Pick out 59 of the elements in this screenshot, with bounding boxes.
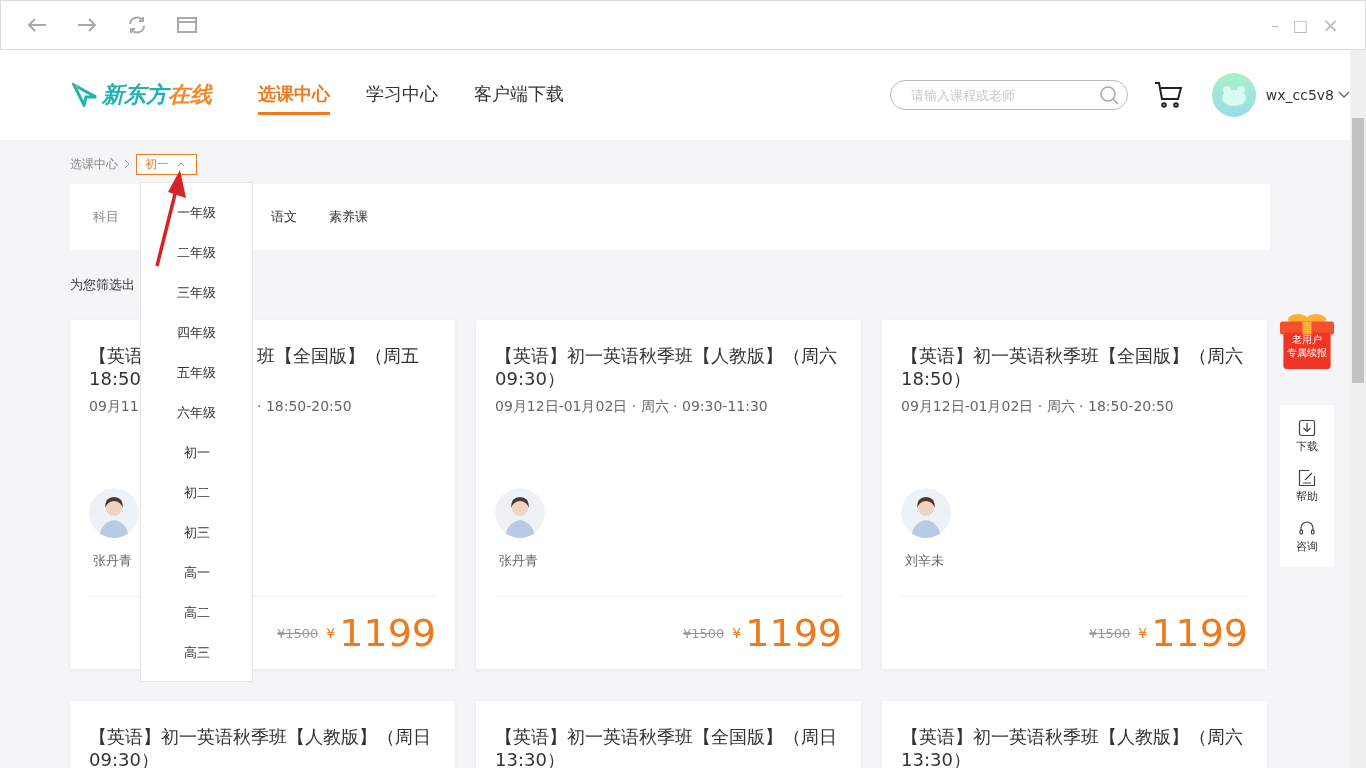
download-icon [1298, 418, 1316, 437]
teacher-name: 张丹青 [499, 552, 538, 570]
original-price: ¥1500 [277, 625, 319, 641]
course-schedule: · 18:50-20:50 [257, 398, 352, 416]
user-avatar[interactable] [1211, 73, 1256, 117]
logo-icon[interactable] [72, 83, 98, 107]
side-tool-button[interactable]: 咨询 [1296, 518, 1318, 554]
nav-tab[interactable]: 客户端下载 [474, 75, 564, 115]
result-text: 为您筛选出 [70, 276, 135, 294]
course-price: 1199 [1151, 611, 1248, 655]
promo-text: 老用户 专属续报 [1286, 333, 1328, 359]
window-icon[interactable] [177, 17, 197, 33]
refresh-icon[interactable] [127, 15, 147, 35]
currency-symbol: ¥ [1138, 625, 1148, 641]
original-price: ¥1500 [683, 625, 725, 641]
side-tool-button[interactable]: 帮助 [1296, 468, 1318, 504]
forward-icon[interactable] [77, 17, 97, 33]
grade-option[interactable]: 二年级 [177, 233, 216, 273]
course-title: 班【全国版】（周五 [257, 344, 419, 367]
headset-icon [1298, 518, 1316, 537]
chevron-right-icon [124, 159, 130, 169]
course-title: 【英语 [89, 344, 143, 367]
currency-symbol: ¥ [326, 625, 336, 641]
course-price: 1199 [339, 611, 436, 655]
grade-option[interactable]: 初一 [183, 433, 210, 473]
chevron-down-icon[interactable] [1338, 91, 1350, 99]
original-price: ¥1500 [1089, 625, 1131, 641]
grade-option[interactable]: 初二 [183, 473, 210, 513]
subject-option[interactable]: 素养课 [329, 208, 368, 226]
grade-option[interactable]: 高二 [183, 593, 210, 633]
course-title: 18:50 [89, 367, 141, 390]
teacher-name: 张丹青 [93, 552, 132, 570]
course-title: 【英语】初一英语秋季班【人教版】（周六 09:30） [495, 344, 838, 390]
grade-option[interactable]: 五年级 [177, 353, 216, 393]
course-title: 【英语】初一英语秋季班【全国版】（周六 18:50） [901, 344, 1244, 390]
user-name[interactable]: wx_cc5v8 [1265, 87, 1334, 103]
grade-option[interactable]: 三年级 [177, 273, 216, 313]
search-icon[interactable] [1098, 85, 1119, 105]
course-price: 1199 [745, 611, 842, 655]
subject-option[interactable]: 语文 [271, 208, 297, 226]
back-icon[interactable] [27, 17, 47, 33]
course-schedule: 09月12日-01月02日 · 周六 · 09:30-11:30 [495, 398, 769, 416]
course-schedule: 09月12日-01月02日 · 周六 · 18:50-20:50 [901, 398, 1175, 416]
currency-symbol: ¥ [732, 625, 742, 641]
course-card[interactable]: 【英语】初一英语秋季班【人教版】（周六 09:30） 09月12日-01月02日 · 周六 · 09:30-11:30 张丹青 ¥1500 ¥1199 [476, 320, 861, 669]
nav-tab[interactable]: 学习中心 [366, 75, 438, 115]
chevron-up-icon [177, 161, 185, 167]
course-schedule: 09月11 [89, 398, 139, 416]
scrollbar[interactable] [1350, 50, 1366, 768]
edit-icon [1298, 468, 1316, 487]
side-tool-button[interactable]: 下载 [1296, 418, 1318, 454]
grade-option[interactable]: 高一 [183, 553, 210, 593]
filter-label: 科目 [93, 208, 119, 226]
cart-icon[interactable] [1153, 81, 1184, 109]
course-card[interactable]: 【英语】初一英语秋季班【全国版】（周六 18:50） 09月12日-01月02日 · 周六 · 18:50-20:50 刘辛未 ¥1500 ¥1199 [882, 320, 1267, 669]
grade-option[interactable]: 六年级 [177, 393, 216, 433]
grade-option[interactable]: 初三 [183, 513, 210, 553]
teacher-name: 刘辛未 [905, 552, 944, 570]
grade-option[interactable]: 一年级 [177, 193, 216, 233]
